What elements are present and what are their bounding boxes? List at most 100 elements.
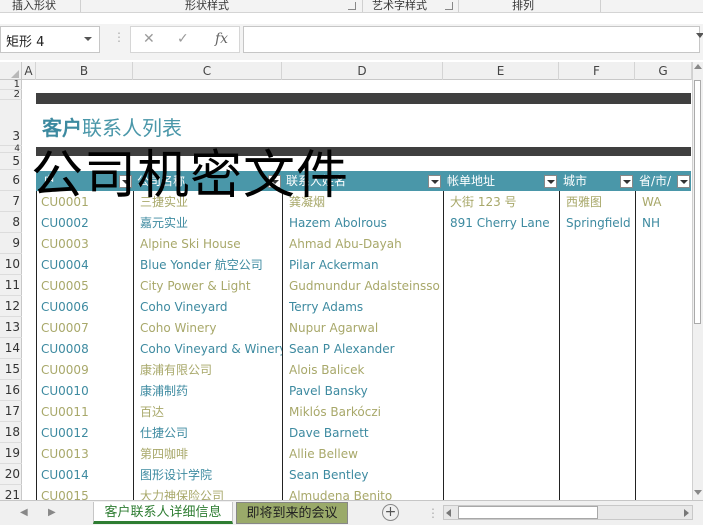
- cell-contact-name[interactable]: Alois Balicek: [289, 360, 441, 381]
- cell-customer-id[interactable]: CU0010: [41, 381, 89, 402]
- filter-dropdown-icon[interactable]: [620, 175, 633, 188]
- column-header-c[interactable]: C: [133, 62, 282, 80]
- cell-company-name[interactable]: 仕捷公司: [140, 423, 280, 444]
- row-header[interactable]: 6: [0, 170, 22, 191]
- column-header-b[interactable]: B: [36, 62, 133, 80]
- cell-company-name[interactable]: 百达: [140, 402, 280, 423]
- cell-company-name[interactable]: 嘉元实业: [140, 213, 280, 234]
- cell-contact-name[interactable]: Terry Adams: [289, 297, 441, 318]
- cell-contact-name[interactable]: Allie Bellew: [289, 444, 441, 465]
- ribbon-group-arrange[interactable]: 排列: [512, 0, 534, 13]
- shape-styles-launcher-icon[interactable]: [348, 2, 356, 10]
- cell-company-name[interactable]: 图形设计学院: [140, 465, 280, 486]
- cell-customer-id[interactable]: CU0014: [41, 465, 89, 486]
- cell-company-name[interactable]: 康浦制药: [140, 381, 280, 402]
- cell-company-name[interactable]: Coho Vineyard: [140, 297, 280, 318]
- row-header[interactable]: 4: [0, 145, 22, 154]
- cell-contact-name[interactable]: Hazem Abolrous: [289, 213, 441, 234]
- cell-customer-id[interactable]: CU0012: [41, 423, 89, 444]
- cell-company-name[interactable]: 大力神保险公司: [140, 486, 280, 500]
- cell-company-name[interactable]: 第四咖啡: [140, 444, 280, 465]
- cell-contact-name[interactable]: Sean P Alexander: [289, 339, 441, 360]
- cell-company-name[interactable]: City Power & Light: [140, 276, 280, 297]
- cell-customer-id[interactable]: CU0003: [41, 234, 89, 255]
- cell-customer-id[interactable]: CU0004: [41, 255, 89, 276]
- cell-contact-name[interactable]: Gudmundur Adalsteinsson: [289, 276, 441, 297]
- column-header-g[interactable]: G: [635, 62, 692, 80]
- row-header[interactable]: 17: [0, 401, 22, 422]
- cell-contact-name[interactable]: Nupur Agarwal: [289, 318, 441, 339]
- worksheet[interactable]: 客户联系人列表 户 公司名称 联系人姓名 帐单地址 城市 省/市/ CU0001…: [23, 80, 691, 500]
- row-header[interactable]: 11: [0, 275, 22, 296]
- cell-company-name[interactable]: 康浦有限公司: [140, 360, 280, 381]
- row-header[interactable]: 9: [0, 233, 22, 254]
- cell-state[interactable]: WA: [642, 192, 690, 213]
- name-box-dropdown-icon[interactable]: [84, 37, 92, 41]
- cell-contact-name[interactable]: Miklós Barkóczi: [289, 402, 441, 423]
- cell-customer-id[interactable]: CU0008: [41, 339, 89, 360]
- cell-city[interactable]: 西雅图: [566, 192, 634, 213]
- cell-contact-name[interactable]: Dave Barnett: [289, 423, 441, 444]
- cell-company-name[interactable]: Blue Yonder 航空公司: [140, 255, 280, 276]
- row-header[interactable]: 19: [0, 443, 22, 464]
- cell-company-name[interactable]: Coho Winery: [140, 318, 280, 339]
- cell-state[interactable]: NH: [642, 213, 690, 234]
- row-header[interactable]: 13: [0, 317, 22, 338]
- cell-customer-id[interactable]: CU0011: [41, 402, 89, 423]
- cell-customer-id[interactable]: CU0005: [41, 276, 89, 297]
- scroll-right-icon[interactable]: [684, 509, 689, 517]
- column-header-a[interactable]: A: [22, 62, 36, 80]
- tab-customer-contact-details[interactable]: 客户联系人详细信息: [93, 502, 233, 524]
- confidential-watermark-shape[interactable]: 公司机密文件: [31, 133, 349, 208]
- row-header[interactable]: 2: [0, 90, 22, 100]
- insert-function-icon[interactable]: fx: [215, 31, 228, 47]
- row-header[interactable]: 16: [0, 380, 22, 401]
- add-sheet-icon[interactable]: +: [382, 504, 399, 521]
- cell-billing-address[interactable]: 891 Cherry Lane: [450, 213, 558, 234]
- cell-contact-name[interactable]: Pavel Bansky: [289, 381, 441, 402]
- ribbon-group-shape-styles[interactable]: 形状样式: [185, 0, 229, 13]
- cell-city[interactable]: Springfield: [566, 213, 634, 234]
- cell-contact-name[interactable]: Sean Bentley: [289, 465, 441, 486]
- cancel-icon[interactable]: ✕: [143, 31, 155, 47]
- tab-scroll-left-icon[interactable]: ◀: [20, 507, 28, 518]
- ribbon-group-insert-shapes[interactable]: 插入形状: [12, 0, 56, 13]
- row-header[interactable]: 8: [0, 212, 22, 233]
- row-header[interactable]: 18: [0, 422, 22, 443]
- scroll-left-icon[interactable]: [446, 509, 451, 517]
- row-header[interactable]: 14: [0, 338, 22, 359]
- row-header[interactable]: 3: [0, 100, 22, 146]
- cell-company-name[interactable]: Alpine Ski House: [140, 234, 280, 255]
- scroll-down-icon[interactable]: [694, 490, 702, 495]
- cell-contact-name[interactable]: Ahmad Abu-Dayah: [289, 234, 441, 255]
- scroll-up-icon[interactable]: [694, 64, 702, 69]
- row-header[interactable]: 5: [0, 153, 22, 170]
- tab-splitter-icon[interactable]: ⋮: [427, 506, 439, 520]
- cell-customer-id[interactable]: CU0009: [41, 360, 89, 381]
- column-header-d[interactable]: D: [282, 62, 443, 80]
- column-header-f[interactable]: F: [559, 62, 635, 80]
- column-header-e[interactable]: E: [443, 62, 559, 80]
- enter-icon[interactable]: ✓: [177, 31, 189, 47]
- cell-company-name[interactable]: Coho Vineyard & Winery: [140, 339, 282, 360]
- filter-dropdown-icon[interactable]: [428, 175, 441, 188]
- row-header[interactable]: 20: [0, 464, 22, 485]
- cell-contact-name[interactable]: Pilar Ackerman: [289, 255, 441, 276]
- cell-customer-id[interactable]: CU0006: [41, 297, 89, 318]
- row-header[interactable]: 12: [0, 296, 22, 317]
- row-header[interactable]: 15: [0, 359, 22, 380]
- filter-dropdown-icon[interactable]: [677, 175, 690, 188]
- select-all-corner[interactable]: [0, 62, 22, 80]
- tab-upcoming-meetings[interactable]: 即将到来的会议: [236, 502, 348, 524]
- expand-formula-bar-icon[interactable]: [696, 33, 703, 38]
- cell-contact-name[interactable]: Almudena Benito: [289, 486, 441, 500]
- cell-customer-id[interactable]: CU0007: [41, 318, 89, 339]
- cell-customer-id[interactable]: CU0013: [41, 444, 89, 465]
- row-header[interactable]: 10: [0, 254, 22, 275]
- filter-dropdown-icon[interactable]: [544, 175, 557, 188]
- formula-input[interactable]: [243, 26, 700, 53]
- ribbon-group-wordart-styles[interactable]: 艺术字样式: [372, 0, 427, 13]
- cell-customer-id[interactable]: CU0002: [41, 213, 89, 234]
- wordart-launcher-icon[interactable]: [445, 2, 453, 10]
- cell-customer-id[interactable]: CU0015: [41, 486, 89, 500]
